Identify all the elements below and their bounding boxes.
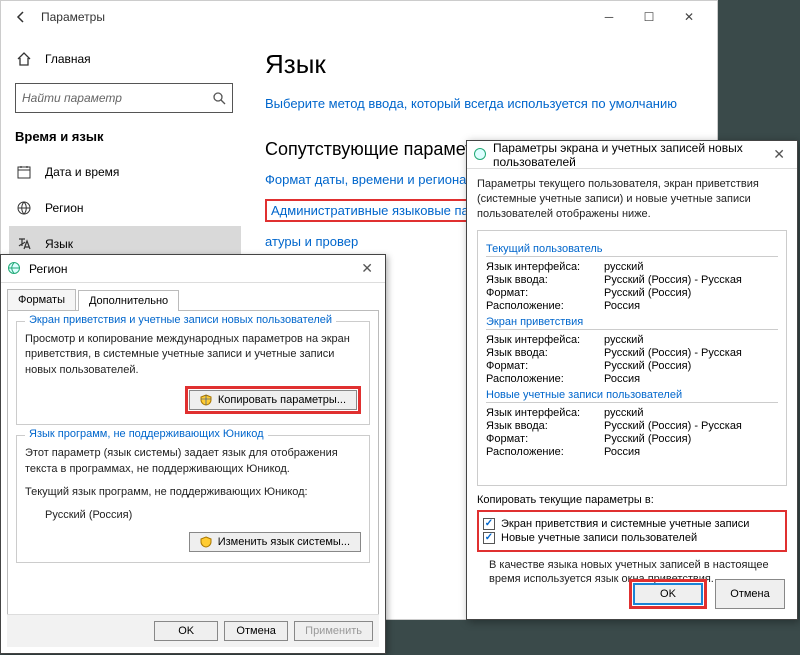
checkbox-row-welcome: ✓ Экран приветствия и системные учетные … [483, 518, 781, 530]
group2-title: Язык программ, не поддерживающих Юникод [25, 428, 268, 440]
newusers-close-button[interactable]: ✕ [767, 146, 791, 163]
region-tabs: Форматы Дополнительно [7, 289, 379, 310]
group1-title: Экран приветствия и учетные записи новых… [25, 314, 336, 326]
value-ui-lang-3: русский [604, 407, 643, 419]
label-ui-lang: Язык интерфейса: [486, 261, 604, 273]
group2-current-lang: Русский (Россия) [25, 508, 361, 523]
copy-to-label: Копировать текущие параметры в: [477, 494, 787, 506]
value-input-lang-3: Русский (Россия) - Русская [604, 420, 742, 432]
region-titlebar: Регион ✕ [1, 255, 385, 283]
maximize-button[interactable]: ☐ [629, 3, 669, 31]
region-apply-button[interactable]: Применить [294, 621, 373, 641]
group1-text: Просмотр и копирование международных пар… [25, 332, 361, 378]
value-location-1: Россия [604, 300, 640, 312]
highlight-copy-button: Копировать параметры... [185, 386, 361, 414]
group-nonunicode: Язык программ, не поддерживающих Юникод … [16, 435, 370, 563]
minimize-button[interactable]: ─ [589, 3, 629, 31]
checkbox-welcome-label: Экран приветствия и системные учетные за… [501, 518, 749, 530]
highlight-ok-button: OK [629, 579, 707, 609]
newusers-title: Параметры экрана и учетных записей новых… [493, 141, 767, 169]
region-dialog-buttons: OK Отмена Применить [7, 614, 379, 647]
link-input-method[interactable]: Выберите метод ввода, который всегда исп… [265, 96, 693, 111]
close-button[interactable]: ✕ [669, 3, 709, 31]
label-input-lang: Язык ввода: [486, 274, 604, 286]
search-placeholder: Найти параметр [22, 91, 122, 105]
value-input-lang-2: Русский (Россия) - Русская [604, 347, 742, 359]
tab-formats[interactable]: Форматы [7, 289, 76, 310]
calendar-icon [15, 163, 33, 181]
subhead-current-user: Текущий пользователь [486, 243, 778, 257]
newusers-ok-button[interactable]: OK [633, 583, 703, 605]
region-cancel-button[interactable]: Отмена [224, 621, 288, 641]
region-ok-button[interactable]: OK [154, 621, 218, 641]
subhead-welcome-screen: Экран приветствия [486, 316, 778, 330]
nav-region-label: Регион [45, 201, 84, 215]
globe-icon [473, 147, 487, 163]
checkbox-row-newusers: ✓ Новые учетные записи пользователей [483, 532, 781, 544]
nav-datetime-label: Дата и время [45, 165, 119, 179]
group-welcome-screen: Экран приветствия и учетные записи новых… [16, 321, 370, 425]
value-location-3: Россия [604, 446, 640, 458]
value-ui-lang-1: русский [604, 261, 643, 273]
newusers-intro: Параметры текущего пользователя, экран п… [477, 177, 787, 222]
search-icon [212, 91, 226, 105]
newusers-titlebar: Параметры экрана и учетных записей новых… [467, 141, 797, 169]
home-icon [15, 50, 33, 68]
globe-icon [15, 199, 33, 217]
group2-text2: Текущий язык программ, не поддерживающих… [25, 485, 361, 500]
sidebar-item-region[interactable]: Регион [9, 190, 241, 226]
region-close-button[interactable]: ✕ [355, 260, 379, 277]
copy-settings-button[interactable]: Копировать параметры... [189, 390, 357, 410]
sidebar-item-home[interactable]: Главная [9, 41, 241, 77]
value-format-3: Русский (Россия) [604, 433, 691, 445]
tab-advanced[interactable]: Дополнительно [78, 290, 179, 311]
region-dialog-title: Регион [29, 262, 68, 276]
nav-language-label: Язык [45, 237, 73, 251]
newusers-buttons: OK Отмена [629, 579, 785, 609]
value-ui-lang-2: русский [604, 334, 643, 346]
newusers-dialog: Параметры экрана и учетных записей новых… [466, 140, 798, 620]
subhead-new-users: Новые учетные записи пользователей [486, 389, 778, 403]
checkbox-newusers-label: Новые учетные записи пользователей [501, 532, 697, 544]
value-format-2: Русский (Россия) [604, 360, 691, 372]
back-button[interactable] [9, 5, 33, 29]
sidebar-home-label: Главная [45, 52, 91, 66]
newusers-settings-group: Текущий пользователь Язык интерфейса:рус… [477, 230, 787, 486]
page-title: Язык [265, 49, 693, 80]
search-input[interactable]: Найти параметр [15, 83, 233, 113]
copy-button-label: Копировать параметры... [218, 394, 346, 406]
label-location: Расположение: [486, 300, 604, 312]
change-locale-label: Изменить язык системы... [218, 536, 350, 548]
window-controls: ─ ☐ ✕ [589, 3, 709, 31]
newusers-body: Параметры текущего пользователя, экран п… [467, 169, 797, 594]
shield-icon [200, 394, 212, 406]
group2-text1: Этот параметр (язык системы) задает язык… [25, 446, 361, 477]
sidebar-item-datetime[interactable]: Дата и время [9, 154, 241, 190]
globe-icon [7, 261, 23, 277]
back-arrow-icon [14, 10, 28, 24]
region-dialog: Регион ✕ Форматы Дополнительно Экран при… [0, 254, 386, 654]
change-system-locale-button[interactable]: Изменить язык системы... [189, 532, 361, 552]
shield-icon [200, 536, 212, 548]
window-title: Параметры [41, 10, 105, 24]
region-tab-panel: Экран приветствия и учетные записи новых… [7, 310, 379, 630]
language-icon [15, 235, 33, 253]
sidebar-section-title: Время и язык [9, 123, 241, 154]
highlight-checkboxes: ✓ Экран приветствия и системные учетные … [477, 510, 787, 552]
value-input-lang-1: Русский (Россия) - Русская [604, 274, 742, 286]
value-format-1: Русский (Россия) [604, 287, 691, 299]
checkbox-welcome-screen[interactable]: ✓ [483, 518, 495, 530]
titlebar: Параметры ─ ☐ ✕ [1, 1, 717, 33]
newusers-cancel-button[interactable]: Отмена [715, 579, 785, 609]
checkbox-new-users[interactable]: ✓ [483, 532, 495, 544]
value-location-2: Россия [604, 373, 640, 385]
label-format: Формат: [486, 287, 604, 299]
